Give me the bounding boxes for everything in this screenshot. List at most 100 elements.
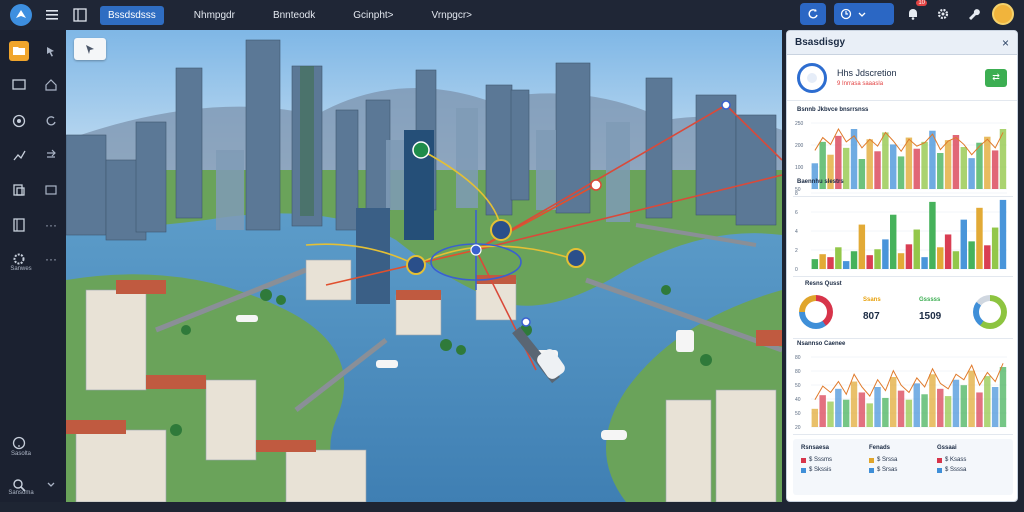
chart-bar	[984, 376, 991, 427]
menu-item-4[interactable]: Gcinpht>	[345, 6, 401, 25]
pointer-icon	[86, 45, 94, 54]
sidebar-item-folders[interactable]	[0, 36, 66, 66]
chart-bar	[913, 383, 920, 427]
chart-bar	[913, 229, 920, 269]
chart-bar	[937, 247, 944, 269]
close-icon[interactable]: ×	[1002, 36, 1009, 50]
table-row: $ Srsas	[869, 467, 897, 473]
donut-chart-2	[973, 295, 1007, 329]
y-tick-label: 250	[795, 121, 804, 127]
app-window: Bssdsdsss Nhmpgdr Bnnteodk Gcinpht> Vrnp…	[0, 0, 1024, 512]
target-icon	[9, 111, 29, 131]
refresh-button[interactable]	[800, 3, 826, 25]
sidebar-item-documents[interactable]: ···	[0, 210, 66, 240]
chart-bar	[842, 399, 850, 427]
map-tool-button[interactable]	[74, 38, 106, 60]
sync-icon	[43, 113, 59, 129]
kpi-2-label: Gsssss	[919, 297, 941, 303]
document-icon	[9, 215, 29, 235]
menu-item-5[interactable]: Vrnpgcr>	[424, 6, 480, 25]
kpi-1-value: 807	[863, 311, 880, 322]
chart-bar	[929, 374, 936, 427]
bottom-strip	[0, 502, 1024, 512]
chart-bar	[819, 395, 826, 427]
chart-bar	[960, 385, 967, 427]
chart-2-plot: 8 6 4 2 0	[795, 191, 1007, 273]
chart-bar	[929, 201, 936, 269]
app-logo-icon[interactable]	[10, 4, 32, 26]
tools-button[interactable]	[962, 3, 984, 25]
sidebar-item-routes[interactable]	[0, 140, 66, 170]
menu-item-1[interactable]: Bssdsdsss	[100, 5, 164, 25]
chart-bar	[999, 367, 1007, 427]
chart-bar	[897, 253, 905, 269]
cursor-icon	[43, 43, 59, 59]
notifications-button[interactable]: 10	[902, 0, 927, 25]
analytics-panel: Bsasdisgy × Hhs Jdscretion 9 Inrrasa saa…	[786, 30, 1018, 502]
panel-title: Bsasdisgy	[795, 37, 846, 48]
folder-icon	[9, 41, 29, 61]
table-row: $ Skssis	[801, 467, 832, 473]
chart-bar	[827, 257, 834, 269]
menu-item-3[interactable]: Bnnteodk	[265, 6, 323, 25]
settings-button[interactable]	[932, 3, 954, 25]
kpi-1-label: Ssans	[863, 297, 881, 303]
chart-bar	[944, 396, 952, 427]
hamburger-menu-icon[interactable]	[44, 7, 60, 23]
sidebar-item-display[interactable]	[0, 70, 66, 100]
chart-bar	[811, 259, 819, 269]
sidebar-item-layers[interactable]	[0, 175, 66, 205]
layout-grid-icon[interactable]	[72, 7, 88, 23]
table-header: Fenads	[869, 445, 891, 451]
table-col-3: Gssaai $ Ksass $ Ssssa	[937, 445, 966, 477]
left-sidebar: ··· ··· Sanwes Sasolta Sansoma	[0, 30, 66, 512]
chart-bar	[866, 255, 873, 269]
chart-3: Nsannso Caenee 80 80 50 40 50 20	[793, 339, 1013, 435]
chart-bar	[835, 388, 842, 427]
kpi-title: Resns Qusst	[805, 281, 842, 287]
chart-bar	[991, 387, 999, 427]
kpi-2-value: 1509	[919, 311, 942, 322]
help-icon	[9, 433, 29, 453]
chart-bar	[827, 401, 834, 427]
chart-bar	[968, 241, 975, 269]
summary-title: Hhs Jdscretion	[837, 68, 897, 78]
chart-bar	[882, 397, 889, 427]
status-toggle-button[interactable]	[834, 3, 894, 25]
table-header: Rsnsaesa	[801, 445, 830, 451]
gear-icon	[937, 8, 949, 20]
summary-table: Rsnsaesa $ Sssms $ Skssis Fenads $ Srssa…	[793, 439, 1013, 495]
chart-bar	[842, 261, 850, 269]
chart-3-title: Nsannso Caenee	[797, 341, 846, 347]
y-tick-label: 40	[795, 397, 801, 403]
chart-bar	[921, 394, 928, 427]
wrench-icon	[969, 9, 980, 20]
sidebar-item-targets[interactable]	[0, 106, 66, 136]
chart-bar	[944, 234, 952, 269]
chart-bar	[968, 370, 975, 427]
window-icon	[43, 182, 59, 198]
sidebar-label-3: Sansoma	[8, 490, 34, 496]
y-tick-label: 0	[795, 267, 798, 273]
table-header: Gssaai	[937, 445, 957, 451]
chart-bar	[890, 214, 897, 269]
map-viewport[interactable]	[66, 30, 782, 502]
table-row: $ Sssms	[801, 457, 832, 463]
table-row: $ Srssa	[869, 457, 897, 463]
chart-bar	[819, 254, 826, 269]
layers-icon	[9, 180, 29, 200]
summary-action-button[interactable]: ⇄	[985, 68, 1007, 87]
monitor-icon	[9, 75, 29, 95]
chart-bar	[858, 392, 866, 427]
more-options-icon: ···	[45, 252, 57, 266]
chart-bar	[921, 257, 928, 269]
summary-row: Hhs Jdscretion 9 Inrrasa saaasla ⇄	[787, 55, 1017, 101]
y-tick-label: 6	[795, 210, 798, 216]
chart-bar	[976, 207, 983, 269]
city-scene	[66, 30, 782, 502]
user-avatar[interactable]	[992, 3, 1014, 25]
chart-bar	[999, 199, 1007, 269]
menu-item-2[interactable]: Nhmpgdr	[186, 6, 243, 25]
panel-header: Bsasdisgy ×	[787, 31, 1017, 55]
chart-3-plot: 80 80 50 40 50 20	[795, 355, 1007, 431]
